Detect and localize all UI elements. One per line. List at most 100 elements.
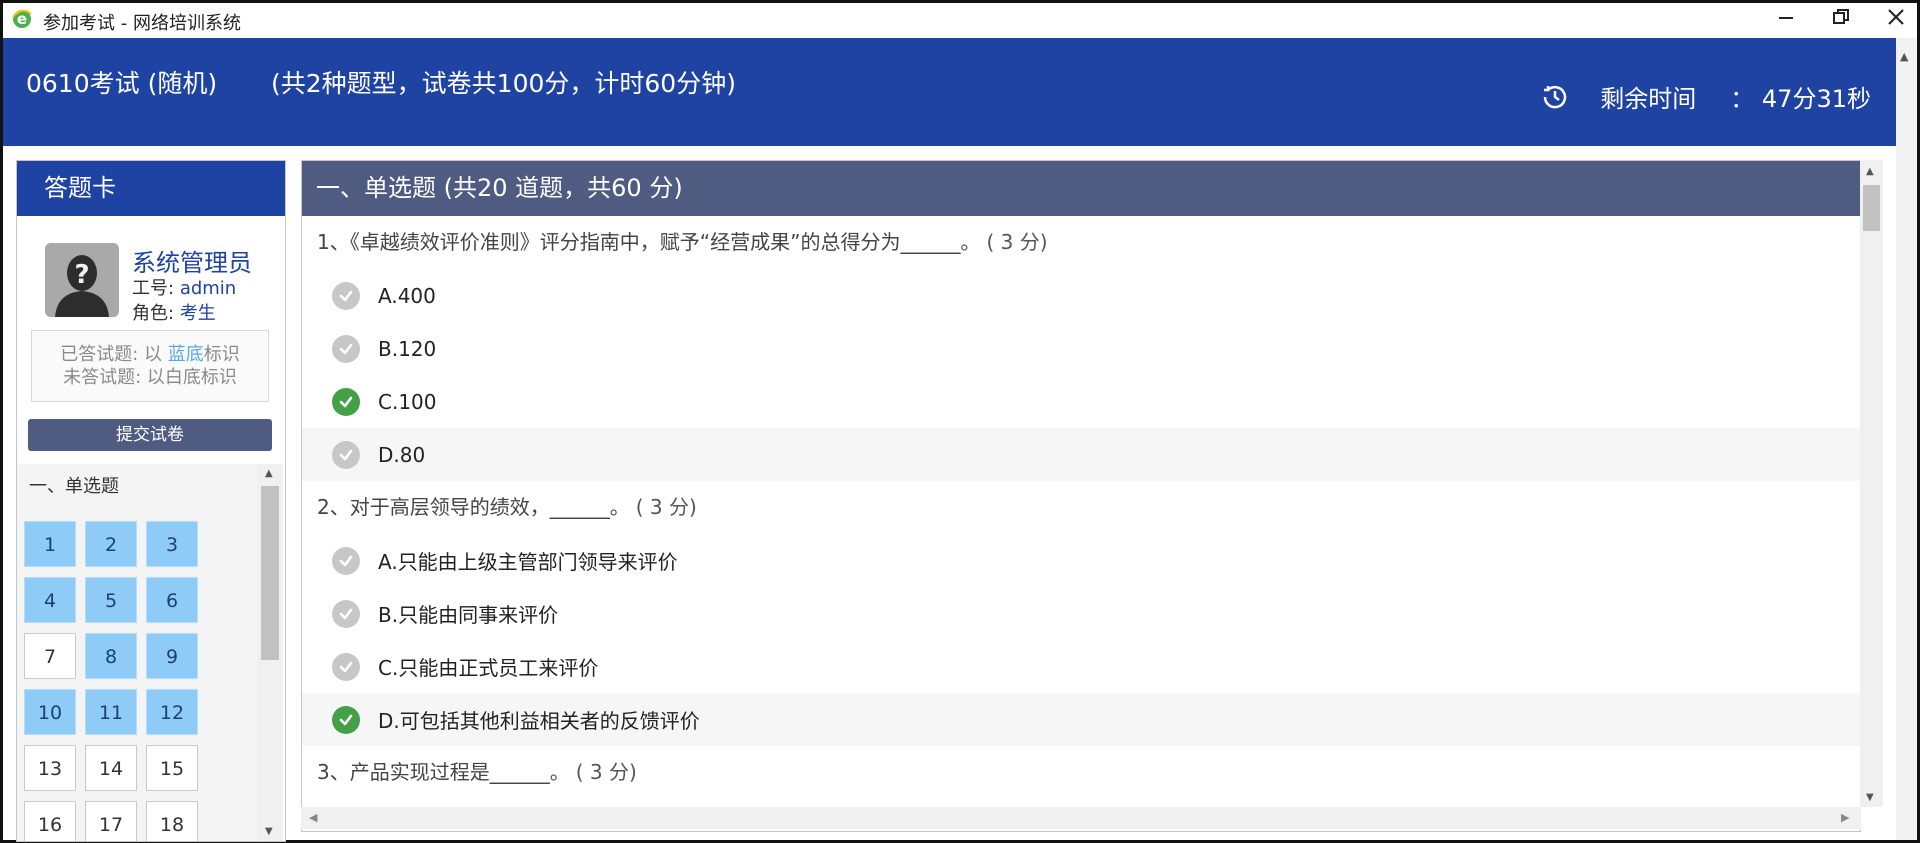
check-unselected-icon[interactable] [332,652,360,681]
question-panel-vscroll[interactable]: ▲ ▼ [1860,160,1883,807]
question-points: ( 3 分) [986,230,1048,254]
exam-header: 0610考试 (随机) (共2种题型，试卷共100分，计时60分钟) 剩余时间 … [3,38,1896,146]
check-unselected-icon[interactable] [332,281,360,310]
question-nav-button[interactable]: 16 [24,801,76,841]
restore-icon [1833,9,1849,24]
question-nav-list: 一、单选题 1 2 3 4 5 6 7 8 9 10 11 12 13 14 15 16 17 18 [17,464,257,841]
timer-label: 剩余时间 [1600,85,1697,113]
answer-option[interactable]: C.100 [302,375,1860,428]
answer-option[interactable]: A.只能由上级主管部门领导来评价 [302,534,1860,587]
question-list: 1、《卓越绩效评价准则》评分指南中，赋予“经营成果”的总得分为______。( … [302,216,1860,799]
ie-browser-icon: e [12,9,32,28]
question-text: 3、产品实现过程是______。( 3 分) [302,746,1860,799]
question-nav-button[interactable]: 9 [146,633,198,679]
answer-option[interactable]: D.80 [302,428,1860,481]
question-nav-button[interactable]: 5 [85,577,137,623]
scroll-down-icon[interactable]: ▼ [1866,792,1874,803]
check-unselected-icon[interactable] [332,546,360,575]
scroll-down-icon[interactable]: ▼ [265,826,273,837]
answer-option[interactable]: C.只能由正式员工来评价 [302,640,1860,693]
question-nav-button[interactable]: 18 [146,801,198,841]
answer-option[interactable]: B.只能由同事来评价 [302,587,1860,640]
page-scrollbar[interactable]: ▲ [1896,38,1917,840]
user-role-value: 考生 [179,303,216,324]
restore-button[interactable] [1818,5,1864,37]
question-nav-button[interactable]: 15 [146,745,198,791]
scroll-up-icon[interactable]: ▲ [1900,50,1908,63]
answer-option[interactable]: B.120 [302,322,1860,375]
option-label: D.可包括其他利益相关者的反馈评价 [378,709,700,733]
legend-unanswered: 未答试题: 以白底标识 [63,367,237,388]
submit-exam-button[interactable]: 提交试卷 [28,419,272,451]
question-nav-button[interactable]: 7 [24,633,76,679]
option-label: C.只能由正式员工来评价 [378,656,599,680]
question-nav-button[interactable]: 2 [85,521,137,567]
answer-option[interactable]: D.可包括其他利益相关者的反馈评价 [302,693,1860,746]
question-nav-button[interactable]: 10 [24,689,76,735]
scroll-left-icon[interactable]: ◀ [309,811,317,824]
legend-answered: 已答试题: 以 蓝底标识 [60,344,240,365]
close-icon [1888,9,1904,25]
nav-section-label: 一、单选题 [29,476,119,497]
clock-history-icon [1544,85,1567,108]
question-stem: 1、《卓越绩效评价准则》评分指南中，赋予“经营成果”的总得分为______。 [317,230,981,254]
user-id-value: admin [179,278,237,299]
legend-highlight: 蓝底 [167,344,204,365]
question-nav-button[interactable]: 17 [85,801,137,841]
question-nav-button[interactable]: 6 [146,577,198,623]
answer-legend: 已答试题: 以 蓝底标识 未答试题: 以白底标识 [31,330,269,402]
option-label: B.120 [378,336,437,361]
close-button[interactable] [1873,5,1919,37]
question-points: ( 3 分) [635,495,697,519]
answer-card-title: 答题卡 [17,161,285,216]
title-bar: e 参加考试 - 网络培训系统 [3,3,1917,38]
question-text: 1、《卓越绩效评价准则》评分指南中，赋予“经营成果”的总得分为______。( … [302,216,1860,269]
question-nav-button[interactable]: 13 [24,745,76,791]
question-panel: 一、单选题 (共20 道题，共60 分) 1、《卓越绩效评价准则》评分指南中，赋… [301,160,1861,832]
question-nav-button[interactable]: 14 [85,745,137,791]
exam-info: (共2种题型，试卷共100分，计时60分钟) [271,69,736,98]
section-title: 一、单选题 (共20 道题，共60 分) [302,161,1860,216]
question-points: ( 3 分) [575,760,637,784]
user-role-label: 角色: [132,303,175,324]
exam-title: 0610考试 (随机) [26,69,218,98]
option-label: A.只能由上级主管部门领导来评价 [378,550,678,574]
check-selected-icon[interactable] [332,705,360,734]
question-stem: 3、产品实现过程是______。 [317,760,570,784]
check-unselected-icon[interactable] [332,599,360,628]
answer-card-panel: 答题卡 ? 系统管理员 工号: admin 角色: 考生 已答试题: 以 蓝底标… [16,160,286,842]
question-nav-button[interactable]: 11 [85,689,137,735]
question-nav-button[interactable]: 4 [24,577,76,623]
remaining-timer: 剩余时间 ： 47分31秒 [1540,79,1871,114]
scroll-up-icon[interactable]: ▲ [1866,166,1874,177]
user-id-line: 工号: admin [132,274,236,300]
option-label: C.100 [378,389,437,414]
scroll-thumb[interactable] [1863,185,1880,231]
user-id-label: 工号: [132,278,175,299]
scroll-thumb[interactable] [261,486,279,660]
check-unselected-icon[interactable] [332,440,360,469]
question-nav-button[interactable]: 3 [146,521,198,567]
app-window: e 参加考试 - 网络培训系统 0610考试 (随机) (共2种题型，试卷共10… [0,0,1920,843]
question-nav-button[interactable]: 1 [24,521,76,567]
scroll-right-icon[interactable]: ▶ [1841,811,1849,824]
timer-value: ： 47分31秒 [1730,85,1871,113]
unknown-user-avatar-icon: ? [45,243,119,317]
question-nav-scrollbar[interactable]: ▲ ▼ [257,464,283,841]
question-panel-hscroll[interactable]: ◀ ▶ [301,807,1861,829]
minimize-icon [1779,17,1793,19]
answer-option[interactable]: A.400 [302,269,1860,322]
option-label: A.400 [378,283,436,308]
scroll-up-icon[interactable]: ▲ [265,468,273,479]
option-label: D.80 [378,442,426,467]
option-label: B.只能由同事来评价 [378,603,559,627]
question-nav-button[interactable]: 12 [146,689,198,735]
question-nav-button[interactable]: 8 [85,633,137,679]
svg-text:?: ? [74,260,89,290]
minimize-button[interactable] [1763,5,1809,37]
check-selected-icon[interactable] [332,387,360,416]
check-unselected-icon[interactable] [332,334,360,363]
window-title: 参加考试 - 网络培训系统 [43,13,241,34]
user-role-line: 角色: 考生 [132,299,216,325]
user-name: 系统管理员 [132,249,252,277]
